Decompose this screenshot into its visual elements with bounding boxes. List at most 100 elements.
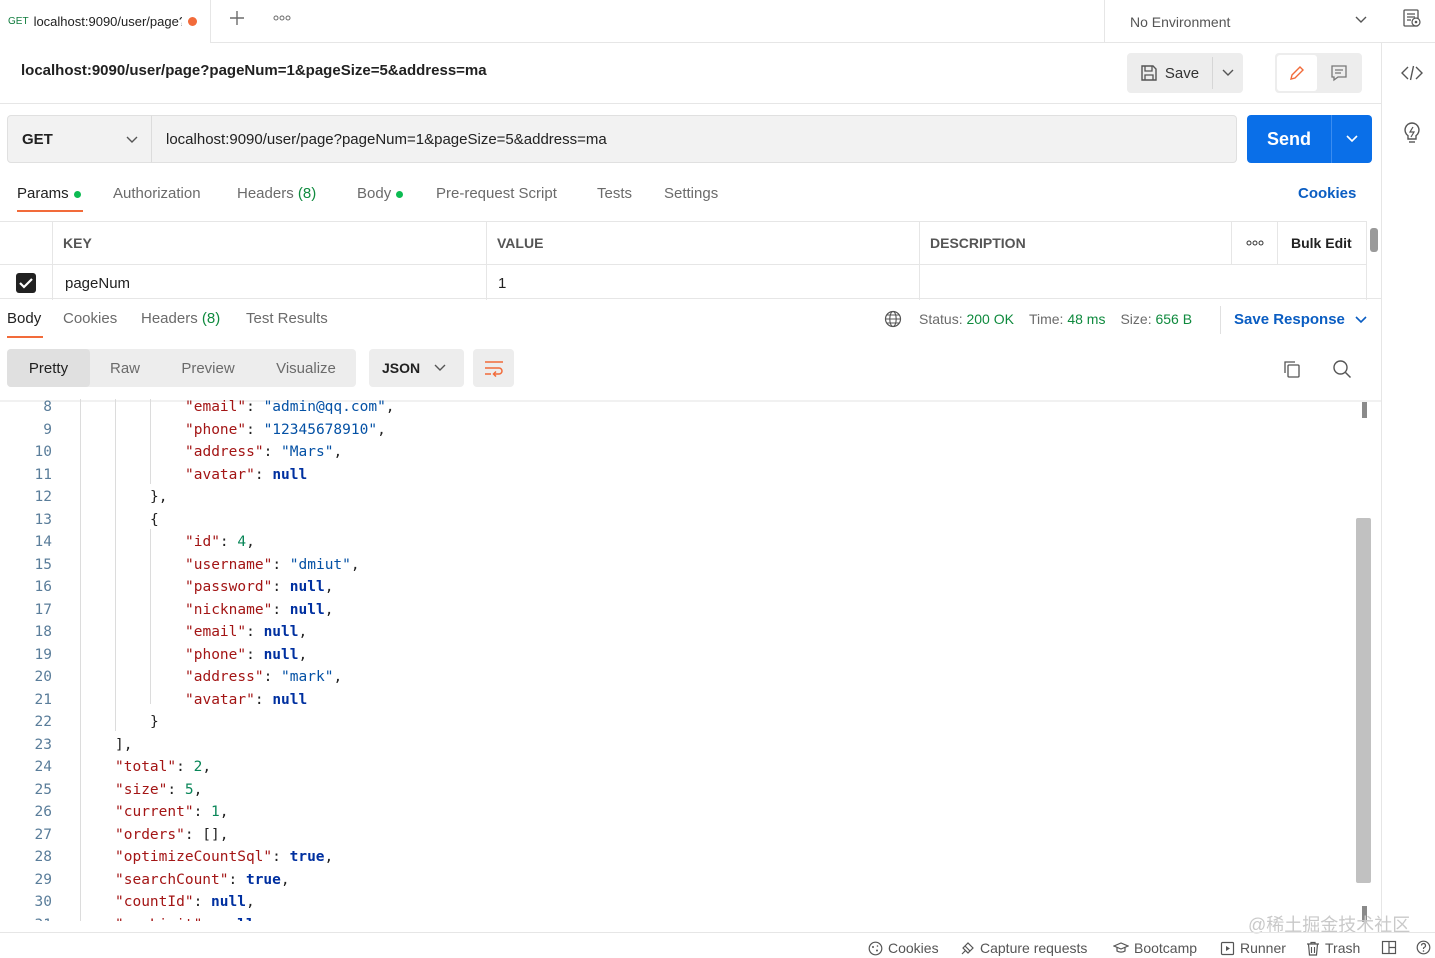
params-options-button[interactable]	[1232, 222, 1278, 265]
code-token: ,	[219, 804, 229, 820]
request-name[interactable]: localhost:9090/user/page?pageNum=1&pageS…	[21, 62, 487, 79]
tab-method: GET	[8, 16, 29, 27]
view-pretty-button[interactable]: Pretty	[7, 349, 90, 387]
code-token: :	[246, 624, 264, 640]
save-button[interactable]: Save	[1127, 53, 1212, 93]
related-collections-button[interactable]	[1399, 119, 1425, 147]
code-token: "address"	[185, 669, 264, 685]
statusbar-trash[interactable]: Trash	[1306, 940, 1360, 956]
right-sidebar	[1381, 43, 1435, 932]
params-header-check	[0, 222, 53, 265]
tab-authorization[interactable]: Authorization	[113, 185, 201, 202]
code-text: {	[150, 509, 159, 532]
code-token: "mark"	[281, 669, 334, 685]
line-number: 18	[34, 624, 52, 640]
environment-quick-look-button[interactable]	[1400, 6, 1424, 30]
tab-body[interactable]: Body	[357, 185, 404, 202]
code-token: :	[167, 781, 185, 798]
param-row-value[interactable]: 1	[487, 265, 920, 300]
code-line: 30 "countId": null,	[0, 891, 1360, 914]
runner-icon	[1220, 941, 1235, 955]
code-line: 12},	[0, 486, 1360, 509]
param-row-description[interactable]	[920, 265, 1367, 300]
chevron-down-icon	[434, 364, 446, 371]
code-token: "avatar"	[185, 466, 255, 483]
params-scrollbar[interactable]	[1370, 228, 1378, 252]
environment-select[interactable]: No Environment	[1104, 0, 1382, 43]
response-divider[interactable]	[0, 298, 1381, 299]
cookies-link[interactable]: Cookies	[1298, 185, 1356, 202]
code-token: "countId"	[115, 894, 194, 910]
globe-icon[interactable]	[884, 310, 902, 328]
response-body-editor[interactable]: 8 "email": "admin@qq.com", 9 "phone": "1234…	[0, 399, 1360, 921]
statusbar-layout-button[interactable]	[1381, 940, 1402, 955]
time-value[interactable]: 48 ms	[1067, 311, 1105, 327]
satellite-icon	[961, 941, 974, 954]
code-text: "phone": null,	[185, 644, 307, 667]
search-button[interactable]	[1330, 357, 1354, 381]
response-tab-headers[interactable]: Headers (8)	[141, 310, 220, 327]
code-text: "searchCount": true,	[115, 869, 290, 892]
response-tab-test-results[interactable]: Test Results	[246, 310, 328, 327]
save-options-button[interactable]	[1213, 53, 1243, 93]
method-select[interactable]: GET	[7, 115, 152, 163]
statusbar-help-button[interactable]	[1416, 940, 1435, 955]
active-response-tab-underline	[7, 336, 43, 338]
view-raw-button[interactable]: Raw	[90, 349, 160, 387]
code-text: "address": "Mars",	[185, 441, 342, 464]
url-input[interactable]: localhost:9090/user/page?pageNum=1&pageS…	[151, 115, 1237, 163]
tab-tests[interactable]: Tests	[597, 185, 632, 202]
view-preview-button[interactable]: Preview	[160, 349, 256, 387]
code-token: :	[228, 871, 246, 888]
status-value[interactable]: 200 OK	[966, 311, 1013, 327]
code-line: 28 "optimizeCountSql": true,	[0, 846, 1360, 869]
code-text: "email": "admin@qq.com",	[185, 399, 395, 419]
save-response-button[interactable]: Save Response	[1234, 311, 1367, 328]
send-options-button[interactable]	[1332, 115, 1372, 163]
editor-scrollbar[interactable]	[1356, 518, 1371, 883]
code-snippet-button[interactable]	[1399, 60, 1425, 86]
checkbox-checked-icon	[16, 272, 36, 293]
new-tab-button[interactable]	[227, 8, 247, 28]
code-token: ,	[246, 534, 255, 550]
request-tab[interactable]: GET localhost:9090/user/page?pageNum=1&p…	[0, 0, 211, 43]
tab-pre-request-script[interactable]: Pre-request Script	[436, 185, 557, 202]
param-row-checkbox[interactable]	[0, 265, 53, 300]
format-select[interactable]: JSON	[369, 349, 464, 387]
send-button[interactable]: Send	[1247, 115, 1331, 163]
line-number: 8	[43, 399, 52, 415]
view-visualize-button[interactable]: Visualize	[256, 349, 356, 387]
tab-headers-label: Headers	[237, 185, 294, 202]
code-token: ,	[298, 646, 308, 663]
response-tab-body[interactable]: Body	[7, 310, 41, 327]
code-token: null	[289, 579, 325, 595]
code-token: "password"	[185, 579, 273, 595]
line-number: 27	[34, 826, 52, 843]
statusbar-bootcamp[interactable]: Bootcamp	[1113, 940, 1197, 956]
copy-button[interactable]	[1280, 357, 1304, 381]
size-value[interactable]: 656 B	[1155, 311, 1192, 327]
code-token: 2	[193, 759, 203, 775]
statusbar-capture[interactable]: Capture requests	[960, 940, 1087, 956]
more-horizontal-icon	[273, 15, 291, 21]
statusbar-runner[interactable]: Runner	[1220, 940, 1286, 956]
chevron-down-icon	[126, 136, 138, 143]
comments-button[interactable]	[1319, 55, 1359, 91]
code-text: "address": "mark",	[185, 666, 342, 689]
tab-options-button[interactable]	[271, 8, 293, 28]
code-line: 14 "id": 4,	[0, 531, 1360, 554]
tab-params[interactable]: Params	[17, 185, 81, 202]
statusbar-cookies[interactable]: Cookies	[868, 940, 939, 956]
code-token: "avatar"	[185, 691, 255, 708]
params-header-description: DESCRIPTION	[920, 222, 1232, 265]
wrap-lines-button[interactable]	[473, 349, 514, 387]
tab-headers[interactable]: Headers (8)	[237, 185, 316, 202]
bulk-edit-button[interactable]: Bulk Edit	[1278, 222, 1367, 265]
param-row-key[interactable]: pageNum	[53, 265, 487, 300]
header-divider	[0, 103, 1381, 104]
tab-settings[interactable]: Settings	[664, 185, 718, 202]
edit-button[interactable]	[1277, 55, 1317, 91]
params-table: KEY VALUE DESCRIPTION Bulk Edit pageNum …	[0, 221, 1367, 300]
code-token: ,	[202, 759, 212, 775]
response-tab-cookies[interactable]: Cookies	[63, 310, 117, 327]
